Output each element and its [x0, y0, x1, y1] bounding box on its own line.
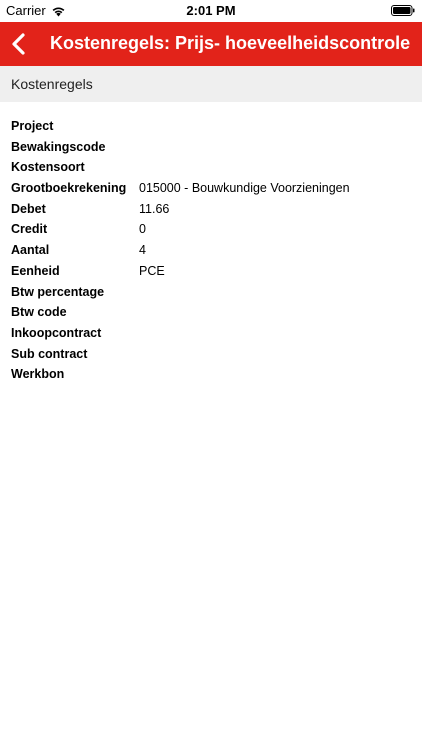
navigation-bar: Kostenregels: Prijs- hoeveelheidscontrol… [0, 22, 422, 66]
detail-row-project: Project [0, 116, 422, 137]
detail-label: Grootboekrekening [11, 181, 127, 196]
detail-value: 11.66 [139, 201, 170, 216]
detail-row-sub-contract: Sub contract [0, 344, 422, 365]
detail-label: Btw percentage [11, 284, 105, 299]
status-bar: Carrier 2:01 PM [0, 0, 422, 22]
detail-value: PCE [139, 263, 165, 278]
detail-row-werkbon: Werkbon [0, 364, 422, 385]
detail-label: Btw code [11, 305, 67, 320]
section-title: Kostenregels [11, 76, 93, 92]
detail-row-bewakingscode: Bewakingscode [0, 137, 422, 158]
detail-value: 4 [139, 243, 146, 258]
status-time: 2:01 PM [186, 3, 236, 18]
detail-value: 015000 - Bouwkundige Voorzieningen [139, 181, 350, 196]
detail-value: 0 [139, 222, 146, 237]
detail-label: Credit [11, 222, 48, 237]
detail-row-debet: Debet 11.66 [0, 199, 422, 220]
detail-label: Inkoopcontract [11, 325, 102, 340]
detail-label: Werkbon [11, 367, 65, 382]
detail-row-kostensoort: Kostensoort [0, 157, 422, 178]
detail-row-grootboekrekening: Grootboekrekening 015000 - Bouwkundige V… [0, 178, 422, 199]
detail-label: Project [11, 119, 54, 133]
detail-row-eenheid: Eenheid PCE [0, 261, 422, 282]
detail-label: Eenheid [11, 263, 60, 278]
detail-row-btw-percentage: Btw percentage [0, 282, 422, 303]
section-header: Kostenregels [0, 66, 422, 102]
detail-row-credit: Credit 0 [0, 219, 422, 240]
detail-list: Project Bewakingscode Kostensoort Grootb… [0, 116, 422, 385]
battery-icon [391, 5, 415, 16]
detail-label: Bewakingscode [11, 139, 106, 154]
page-title: Kostenregels: Prijs- hoeveelheidscontrol… [50, 33, 411, 53]
detail-row-btw-code: Btw code [0, 302, 422, 323]
detail-label: Kostensoort [11, 160, 85, 175]
detail-label: Aantal [11, 243, 50, 258]
detail-label: Debet [11, 201, 46, 216]
detail-row-inkoopcontract: Inkoopcontract [0, 323, 422, 344]
detail-label: Sub contract [11, 346, 88, 361]
back-chevron-icon[interactable] [10, 32, 28, 56]
detail-row-aantal: Aantal 4 [0, 240, 422, 261]
